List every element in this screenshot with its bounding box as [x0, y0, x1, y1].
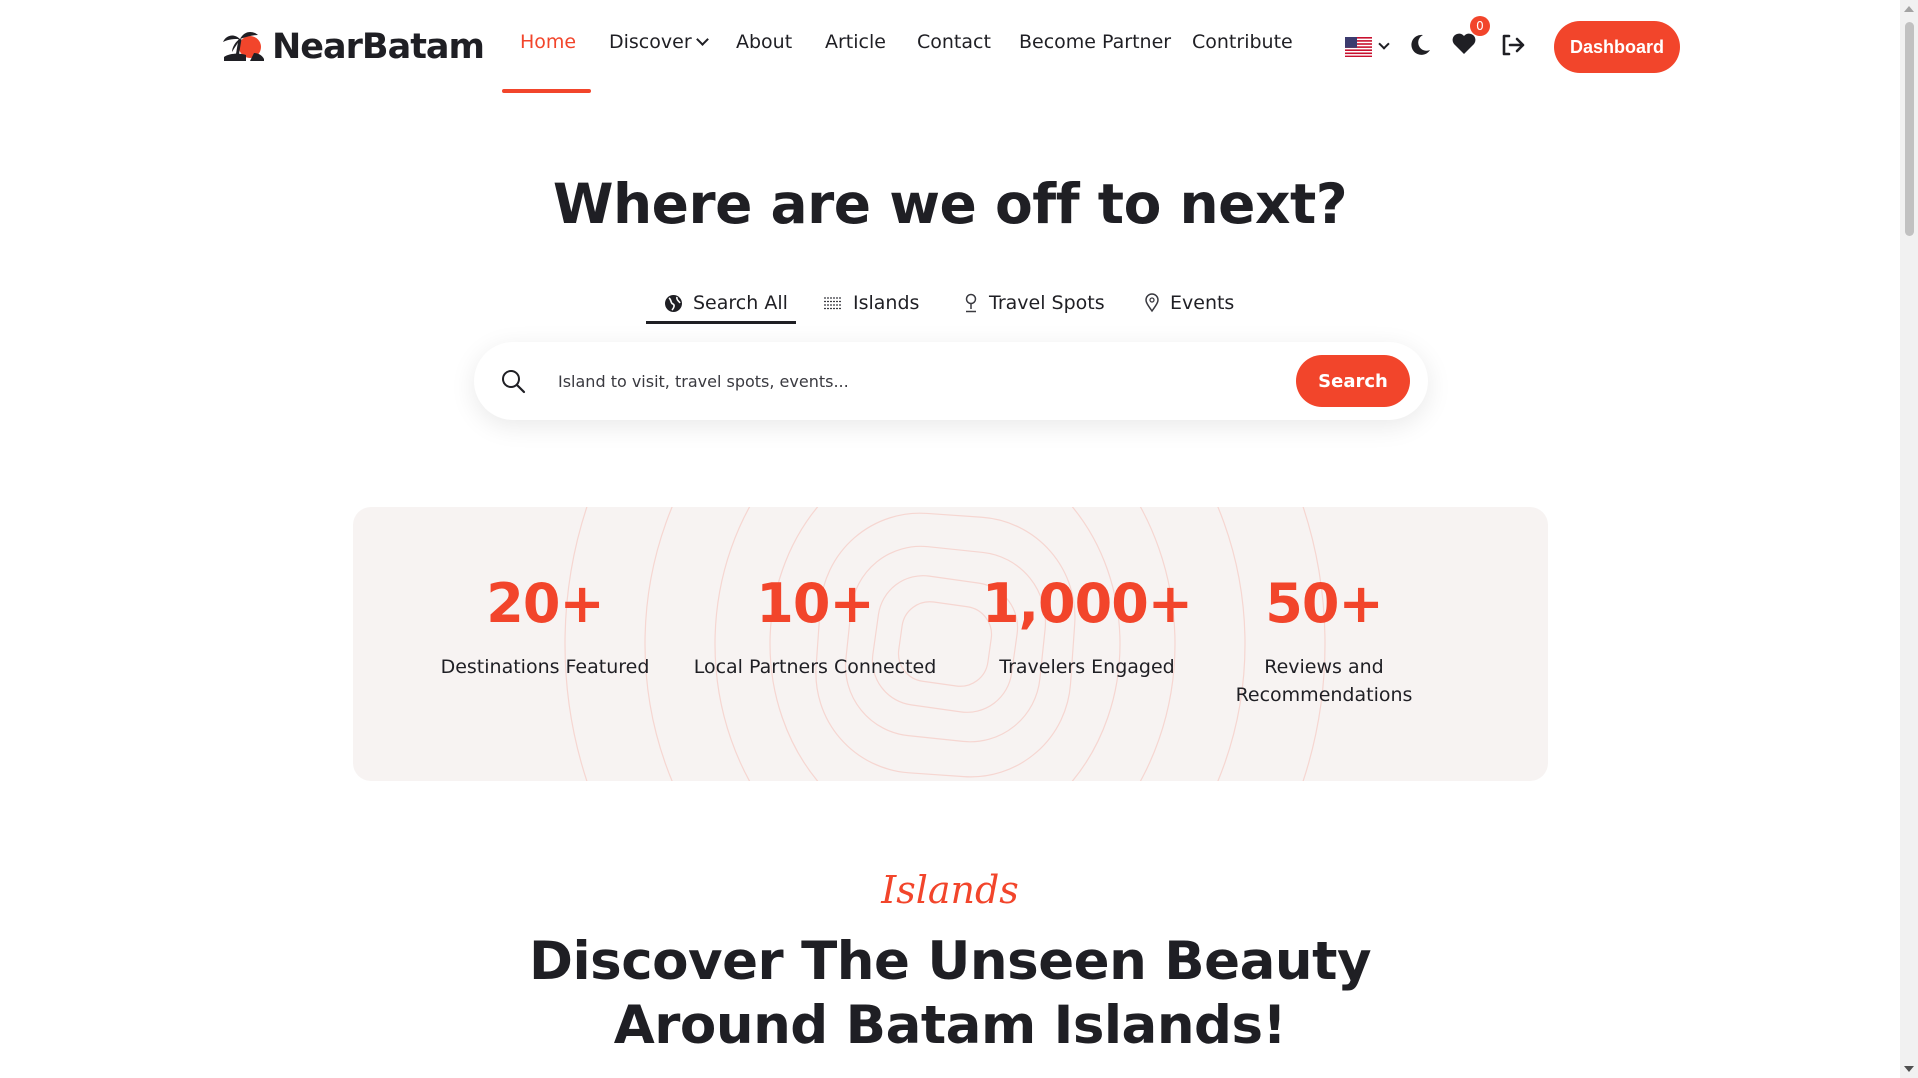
site-header: NearBatam Home Discover About Article Co…: [0, 0, 1900, 94]
tab-events[interactable]: Events: [1144, 281, 1234, 325]
section-kicker: Islands: [881, 868, 1019, 912]
nav-item-become-partner[interactable]: Become Partner: [1019, 31, 1171, 53]
search-tabs: Search All Islands Travel Spots Events: [0, 281, 1900, 325]
globe-icon: [664, 294, 683, 313]
search-button[interactable]: Search: [1296, 355, 1410, 407]
stat-label: Travelers Engaged: [999, 656, 1175, 678]
language-chevron-down-icon[interactable]: [1378, 38, 1390, 50]
stat-destinations: 20+ Destinations Featured: [415, 572, 675, 681]
section-title-line-2: Around Batam Islands!: [613, 995, 1287, 1056]
stat-partners: 10+ Local Partners Connected: [685, 572, 945, 681]
stat-travelers: 1,000+ Travelers Engaged: [957, 572, 1217, 681]
scroll-up-arrow-icon[interactable]: [1904, 6, 1914, 12]
section-title: Discover The Unseen Beauty Around Batam …: [0, 930, 1900, 1058]
us-flag-icon[interactable]: [1345, 37, 1372, 57]
heart-icon[interactable]: [1451, 32, 1477, 56]
tab-travel-spots-label: Travel Spots: [989, 292, 1105, 314]
stat-reviews: 50+ Reviews and Recommendations: [1229, 572, 1419, 709]
nav-item-contact[interactable]: Contact: [917, 31, 991, 53]
search-input[interactable]: [558, 360, 1258, 402]
wishlist-count-badge: 0: [1470, 16, 1490, 36]
nav-item-discover[interactable]: Discover: [609, 31, 709, 53]
brand-logo[interactable]: NearBatam: [220, 24, 485, 70]
scrollbar-thumb[interactable]: [1905, 22, 1914, 236]
logout-icon[interactable]: [1500, 33, 1526, 57]
nav-item-contribute[interactable]: Contribute: [1192, 31, 1293, 53]
hero-title: Where are we off to next?: [552, 172, 1348, 236]
tab-events-label: Events: [1170, 292, 1235, 314]
stat-value: 20+: [486, 572, 604, 635]
tab-travel-spots[interactable]: Travel Spots: [963, 281, 1105, 325]
tab-islands[interactable]: Islands: [823, 281, 919, 325]
tab-search-all-label: Search All: [693, 292, 788, 314]
stat-label: Local Partners Connected: [693, 656, 937, 678]
dashboard-button[interactable]: Dashboard: [1554, 21, 1680, 73]
nav-item-about[interactable]: About: [736, 31, 792, 53]
stat-value: 1,000+: [981, 572, 1193, 635]
nav-item-article[interactable]: Article: [825, 31, 886, 53]
stat-label: Destinations Featured: [440, 656, 650, 678]
tab-islands-label: Islands: [853, 292, 920, 314]
active-nav-indicator: [502, 89, 591, 93]
brand-name: NearBatam: [272, 27, 485, 67]
page-scrollbar[interactable]: [1900, 0, 1918, 1078]
nav-item-discover-label: Discover: [609, 31, 692, 53]
section-title-line-1: Discover The Unseen Beauty: [528, 931, 1372, 992]
stat-value: 50+: [1265, 572, 1383, 635]
palm-sunset-logo-icon: [223, 31, 264, 61]
location-icon: [1144, 293, 1160, 313]
stat-label: Reviews and Recommendations: [1235, 656, 1413, 706]
tab-search-all[interactable]: Search All: [664, 281, 788, 325]
chevron-down-icon: [695, 33, 709, 46]
search-icon: [502, 370, 526, 394]
nav-item-home[interactable]: Home: [520, 31, 576, 53]
pin-icon: [963, 293, 979, 313]
search-bar: Search: [474, 342, 1428, 420]
scroll-down-arrow-icon[interactable]: [1904, 1066, 1914, 1072]
waves-icon: [823, 295, 843, 311]
active-tab-indicator: [646, 321, 796, 324]
moon-icon[interactable]: [1408, 33, 1432, 57]
stat-value: 10+: [756, 572, 874, 635]
stats-panel: 20+ Destinations Featured 10+ Local Part…: [353, 507, 1548, 781]
